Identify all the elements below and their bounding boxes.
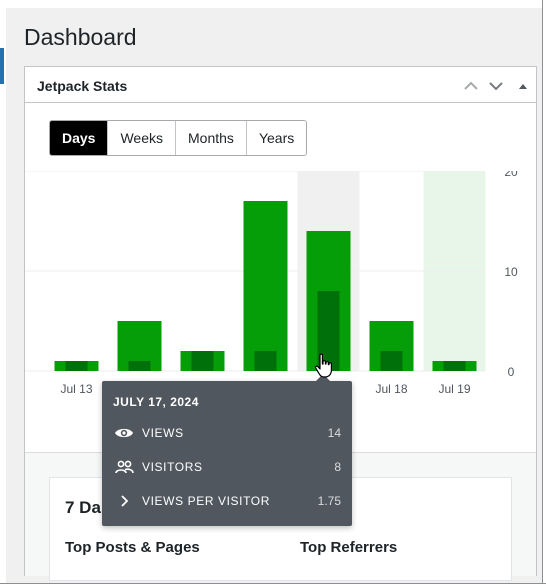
window-frame-bottom <box>0 583 546 587</box>
x-tick-label: Jul 18 <box>375 382 407 396</box>
move-down-button[interactable] <box>487 77 505 95</box>
hand-pointer-cursor-icon <box>314 353 332 378</box>
move-up-button[interactable] <box>462 77 480 95</box>
chevron-right-icon <box>121 495 129 507</box>
period-tab-years[interactable]: Years <box>246 121 307 155</box>
visitors-bar <box>443 361 466 371</box>
period-tab-months[interactable]: Months <box>176 121 247 155</box>
y-tick-label: 20 <box>504 171 518 179</box>
period-tab-weeks[interactable]: Weeks <box>108 121 177 155</box>
tooltip-row-views-per-visitor: VIEWS PER VISITOR 1.75 <box>102 491 352 511</box>
tooltip-row-views: VIEWS 14 <box>102 423 352 443</box>
window-frame-left <box>0 0 6 587</box>
y-tick-label: 0 <box>508 365 515 379</box>
top-referrers-heading: Top Referrers <box>300 539 398 556</box>
y-tick-label: 10 <box>504 265 518 279</box>
period-tab-days[interactable]: Days <box>50 121 109 155</box>
tooltip-label: VISITORS <box>142 460 203 474</box>
tooltip-value: 14 <box>327 426 341 440</box>
collapse-toggle-button[interactable] <box>514 77 532 95</box>
tooltip-label: VIEWS PER VISITOR <box>142 494 271 508</box>
tooltip-value: 1.75 <box>317 494 341 508</box>
widget-header: Jetpack Stats <box>25 67 536 103</box>
summary-title: 7 Da <box>65 498 101 517</box>
chevron-up-icon <box>464 81 478 90</box>
window-frame-top <box>0 0 546 8</box>
visitors-bar <box>254 351 277 371</box>
tooltip-row-visitors: VISITORS 8 <box>102 457 352 477</box>
x-tick-label: Jul 19 <box>438 382 470 396</box>
tooltip-date: JULY 17, 2024 <box>113 395 199 409</box>
visitors-bar <box>128 361 151 371</box>
widget-title: Jetpack Stats <box>37 78 128 94</box>
chart-tooltip: JULY 17, 2024 VIEWS 14 VISITORS 8 VIEWS … <box>102 374 352 526</box>
period-selector: Days Weeks Months Years <box>49 120 308 156</box>
views-bar <box>243 201 288 371</box>
visitors-bar <box>380 351 403 371</box>
visitors-bar <box>191 351 214 371</box>
admin-menu-accent <box>0 48 4 84</box>
chevron-down-icon <box>489 82 503 91</box>
tooltip-value: 8 <box>334 460 341 474</box>
triangle-up-icon <box>519 84 527 89</box>
people-icon <box>115 460 134 474</box>
page-title: Dashboard <box>24 24 137 50</box>
visitors-bar <box>65 361 88 371</box>
window-frame-right <box>542 0 546 587</box>
x-tick-label: Jul 13 <box>60 382 92 396</box>
top-posts-heading: Top Posts & Pages <box>65 539 200 556</box>
tooltip-label: VIEWS <box>142 426 184 440</box>
eye-icon <box>115 428 133 438</box>
